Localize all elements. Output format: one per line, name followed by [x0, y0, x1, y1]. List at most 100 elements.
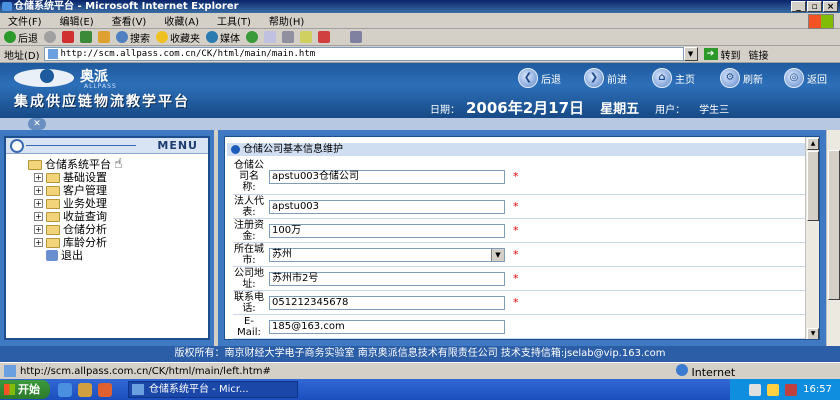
- registered-capital-input[interactable]: 100万: [269, 223, 505, 238]
- messenger-button[interactable]: [318, 31, 330, 43]
- address-dropdown-button[interactable]: ▼: [683, 47, 698, 61]
- nav-back-button[interactable]: ❮ 后退: [518, 68, 561, 88]
- search-button[interactable]: 搜索: [116, 30, 150, 45]
- menu-tools[interactable]: 工具(T): [217, 13, 251, 28]
- edit-button[interactable]: [300, 31, 312, 43]
- app-quicklaunch-icon[interactable]: [98, 382, 112, 397]
- ie-icon: [2, 2, 12, 11]
- content-panel: 仓储公司基本信息维护 仓储公司名称: apstu003仓储公司 * 法人代表: …: [218, 130, 840, 346]
- required-mark: *: [513, 272, 519, 285]
- clock[interactable]: 16:57: [803, 384, 832, 395]
- form-row-email: E-Mail: 185@163.com: [233, 315, 817, 339]
- research-button[interactable]: [350, 31, 362, 43]
- tree-item-revenue-query[interactable]: + 收益查询: [12, 210, 123, 223]
- window-title-bar: 仓储系统平台 - Microsoft Internet Explorer _ ▫…: [0, 0, 840, 13]
- refresh-button[interactable]: [80, 31, 92, 43]
- page-scroll-thumb[interactable]: [828, 150, 840, 300]
- home-button[interactable]: [98, 31, 110, 43]
- page-scrollbar[interactable]: [826, 130, 840, 346]
- scroll-thumb[interactable]: [807, 151, 819, 221]
- tree-item-business-processing[interactable]: + 业务处理: [12, 197, 123, 210]
- hand-cursor-icon: ☝: [114, 156, 123, 172]
- antivirus-icon[interactable]: [785, 383, 798, 396]
- nav-forward-button[interactable]: ❯ 前进: [584, 68, 627, 88]
- back-arrow-icon: [4, 31, 16, 43]
- stop-icon: [62, 31, 74, 43]
- network-icon[interactable]: [749, 383, 762, 396]
- minimize-button[interactable]: _: [791, 1, 806, 12]
- messenger-icon: [318, 31, 330, 43]
- tree-item-exit[interactable]: 退出: [12, 249, 123, 262]
- go-button[interactable]: ➔ 转到: [703, 47, 741, 62]
- windows-logo-icon: [808, 14, 834, 29]
- form-row-company-name: 仓储公司名称: apstu003仓储公司 *: [233, 159, 817, 195]
- back-button[interactable]: 后退: [4, 30, 38, 45]
- nav-refresh-button[interactable]: ⚙ 刷新: [720, 68, 763, 88]
- system-tray: 16:57: [730, 379, 840, 400]
- tree-item-label: 库龄分析: [63, 236, 107, 249]
- folder-icon: [46, 237, 60, 248]
- nav-home-button[interactable]: ⌂ 主页: [652, 68, 695, 88]
- tree-item-storage-analysis[interactable]: + 仓储分析: [12, 223, 123, 236]
- tree-item-basic-settings[interactable]: + 基础设置: [12, 171, 123, 184]
- nav-forward-label: 前进: [607, 74, 627, 86]
- scroll-up-icon[interactable]: ▲: [807, 138, 819, 150]
- history-icon: [246, 31, 258, 43]
- tree-item-inventory-age-analysis[interactable]: + 库龄分析: [12, 236, 123, 249]
- scroll-down-icon[interactable]: ▼: [807, 328, 819, 339]
- exit-icon: [46, 250, 58, 261]
- taskbar-window-button[interactable]: 仓储系统平台 - Micr...: [128, 381, 298, 398]
- legal-rep-input[interactable]: apstu003: [269, 199, 505, 214]
- expand-icon[interactable]: +: [34, 173, 43, 182]
- search-icon: [116, 31, 128, 43]
- platform-title: 集成供应链物流教学平台: [14, 94, 190, 110]
- chevron-down-icon[interactable]: ▼: [491, 248, 504, 261]
- menu-header: MENU: [6, 138, 208, 154]
- folder-icon: [46, 224, 60, 235]
- field-label: 所在城市:: [234, 243, 264, 266]
- stop-button[interactable]: [62, 31, 74, 43]
- form-row-legal-rep: 法人代表: apstu003 *: [233, 195, 817, 219]
- start-button[interactable]: 开始: [0, 380, 50, 399]
- mail-button[interactable]: [264, 31, 276, 43]
- forward-button[interactable]: [44, 31, 56, 43]
- taskbar: 开始 仓储系统平台 - Micr... 16:57: [0, 379, 840, 400]
- tree-root[interactable]: 仓储系统平台 ☝: [12, 156, 123, 172]
- expand-icon[interactable]: +: [34, 212, 43, 221]
- menu-edit[interactable]: 编辑(E): [60, 13, 94, 28]
- email-input[interactable]: 185@163.com: [269, 319, 505, 334]
- explorer-quicklaunch-icon[interactable]: [78, 382, 92, 397]
- expand-icon[interactable]: +: [34, 238, 43, 247]
- address-input-field[interactable]: 苏州市2号: [269, 271, 505, 286]
- menu-favorites[interactable]: 收藏(A): [164, 13, 199, 28]
- favorites-button[interactable]: 收藏夹: [156, 30, 200, 45]
- menu-file[interactable]: 文件(F): [8, 13, 42, 28]
- print-button[interactable]: [282, 31, 294, 43]
- company-name-input[interactable]: apstu003仓储公司: [269, 169, 505, 184]
- back-label: 后退: [18, 33, 38, 45]
- close-button[interactable]: ×: [823, 1, 838, 12]
- city-select[interactable]: 苏州 ▼: [269, 247, 505, 262]
- address-input[interactable]: http://scm.allpass.com.cn/CK/html/main/m…: [43, 47, 684, 61]
- collapse-menu-close-icon[interactable]: ✕: [28, 118, 46, 130]
- volume-icon[interactable]: [767, 383, 780, 396]
- nav-return-button[interactable]: ◎ 返回: [784, 68, 827, 88]
- media-button[interactable]: 媒体: [206, 30, 240, 45]
- tree-item-customer-management[interactable]: + 客户管理: [12, 184, 123, 197]
- nav-return-label: 返回: [807, 74, 827, 86]
- date-label: 日期：: [430, 105, 460, 116]
- menu-view[interactable]: 查看(V): [112, 13, 147, 28]
- maximize-button[interactable]: ▫: [807, 1, 822, 12]
- expand-icon[interactable]: +: [34, 225, 43, 234]
- menu-help[interactable]: 帮助(H): [269, 13, 304, 28]
- history-button[interactable]: [246, 31, 258, 43]
- required-mark: *: [513, 224, 519, 237]
- expand-icon[interactable]: +: [34, 186, 43, 195]
- form-scrollbar[interactable]: ▲ ▼: [805, 137, 819, 339]
- expand-icon[interactable]: +: [34, 199, 43, 208]
- links-button[interactable]: 链接: [749, 47, 769, 62]
- tree-item-label: 仓储分析: [63, 223, 107, 236]
- current-date: 2006年2月17日: [466, 99, 585, 117]
- phone-input[interactable]: 051212345678: [269, 295, 505, 310]
- ie-quicklaunch-icon[interactable]: [58, 382, 72, 397]
